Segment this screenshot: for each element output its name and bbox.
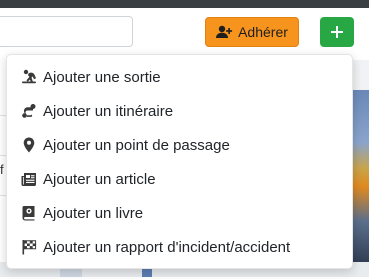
menu-item-label: Ajouter un article <box>43 170 156 188</box>
newspaper-icon <box>20 170 38 188</box>
plus-icon <box>331 26 343 38</box>
menu-item-label: Ajouter un livre <box>43 204 144 222</box>
book-icon <box>20 204 38 222</box>
search-input[interactable] <box>0 16 133 47</box>
background-content-right: cc <box>352 60 369 279</box>
hiking-icon <box>20 68 38 86</box>
menu-item-label: Ajouter une sortie <box>43 68 161 86</box>
map-marker-icon <box>20 136 38 154</box>
menu-item-add-book[interactable]: Ajouter un livre <box>7 196 354 230</box>
top-strip <box>0 0 369 8</box>
add-button[interactable] <box>320 17 354 47</box>
menu-item-label: Ajouter un rapport d'incident/accident <box>43 238 291 256</box>
menu-item-add-outing[interactable]: Ajouter une sortie <box>7 60 354 94</box>
join-button[interactable]: Adhérer <box>205 17 299 47</box>
background-image <box>352 90 369 265</box>
menu-item-label: Ajouter un point de passage <box>43 136 230 154</box>
menu-item-add-incident-report[interactable]: Ajouter un rapport d'incident/accident <box>7 230 354 264</box>
join-button-label: Adhérer <box>238 24 288 40</box>
route-icon <box>20 102 38 120</box>
menu-item-add-waypoint[interactable]: Ajouter un point de passage <box>7 128 354 162</box>
menu-item-add-route[interactable]: Ajouter un itinéraire <box>7 94 354 128</box>
checkered-flag-icon <box>20 238 38 256</box>
user-plus-icon <box>216 25 233 39</box>
menu-item-label: Ajouter un itinéraire <box>43 102 174 120</box>
background-text-fragment: f <box>0 162 4 177</box>
menu-item-add-article[interactable]: Ajouter un article <box>7 162 354 196</box>
add-dropdown-menu: Ajouter une sortie Ajouter un itinéraire… <box>6 54 353 269</box>
